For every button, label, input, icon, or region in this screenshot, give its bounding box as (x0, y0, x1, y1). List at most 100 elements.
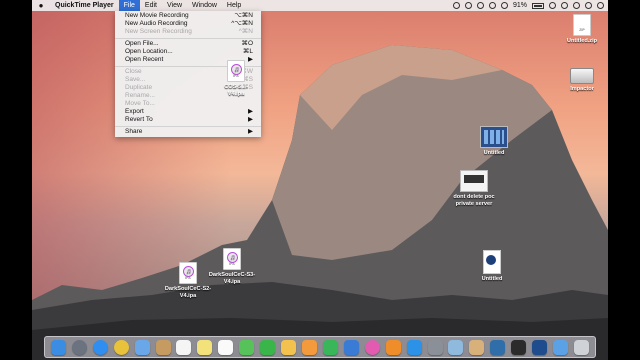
drive-icon (570, 68, 594, 84)
desktop-icon-ipa-3[interactable]: ♫ IPA DarkSoulCeC-S3-V4.ipa (208, 248, 256, 286)
menu-item-shortcut: ⌘O (241, 40, 253, 47)
menu-item-move-to: Move To... (115, 100, 261, 108)
clock-icon[interactable] (549, 2, 556, 9)
trash-icon[interactable] (574, 339, 589, 355)
image-thumbnail-icon (460, 170, 488, 192)
script-icon[interactable] (469, 339, 485, 355)
quicktime-icon[interactable] (532, 339, 548, 355)
image-thumbnail-icon (480, 126, 508, 148)
desktop-icon-label: Impactor (570, 86, 594, 92)
menu-item-new-screen-recording: New Screen Recording ^⌘N (115, 28, 261, 36)
menu-window[interactable]: Window (187, 0, 222, 11)
appstore-icon[interactable] (406, 339, 422, 355)
desktop-icon-ipa-1[interactable]: ♫ IPA COS-5...-V4.ipa (218, 60, 254, 98)
user-icon[interactable] (561, 2, 568, 9)
siri-icon[interactable] (585, 2, 592, 9)
status-area: 91% (452, 2, 608, 9)
menu-item-label: Open Location... (125, 48, 173, 55)
preview-icon[interactable] (448, 339, 464, 355)
notification-center-icon[interactable] (597, 2, 604, 9)
photos-icon[interactable] (281, 339, 297, 355)
keynote-icon[interactable] (343, 339, 359, 355)
menu-item-label: Revert To (125, 116, 153, 123)
desktop-icon-untitled-screenshot[interactable]: Untitled (472, 126, 516, 157)
menu-help[interactable]: Help (222, 0, 246, 11)
battery-icon[interactable] (532, 2, 544, 9)
menu-item-label: Save... (125, 76, 146, 83)
downloads-icon[interactable] (553, 339, 569, 355)
menu-item-shortcut: ▶ (248, 128, 253, 135)
dock (44, 336, 596, 358)
system-preferences-icon[interactable] (427, 339, 443, 355)
menu-item-share[interactable]: Share ▶ (115, 128, 261, 136)
chrome-icon[interactable] (113, 339, 129, 355)
mail-icon[interactable] (134, 339, 150, 355)
movie-file-icon (483, 250, 501, 274)
notes-icon[interactable] (197, 339, 213, 355)
desktop-icon-label: Untitled (481, 276, 503, 282)
itunes-icon[interactable] (364, 339, 380, 355)
menu-item-label: Open Recent (125, 56, 164, 63)
menu-item-label: New Screen Recording (125, 28, 192, 35)
desktop-icon-label: Untitled.zip (566, 38, 598, 44)
ipa-file-icon: ♫ IPA (223, 248, 241, 270)
desktop-icon-label: DarkSoulCeC-S3-V4.ipa (208, 272, 256, 285)
menu-item-shortcut: ▶ (248, 108, 253, 115)
menu-item-label: New Movie Recording (125, 12, 189, 19)
desktop-icon-label: DarkSoulCeC-S2-V4.ipa (164, 286, 212, 299)
time-machine-icon[interactable] (464, 2, 472, 9)
ibooks-icon[interactable] (385, 339, 401, 355)
app-menu[interactable]: QuickTime Player (50, 0, 119, 11)
menu-item-shortcut: ^⌘N (238, 28, 253, 35)
menu-item-label: Rename... (125, 92, 155, 99)
record-icon[interactable] (452, 2, 460, 9)
menu-item-open-file[interactable]: Open File... ⌘O (115, 40, 261, 48)
safari-icon[interactable] (92, 339, 108, 355)
menu-view[interactable]: View (162, 0, 187, 11)
contacts-icon[interactable] (155, 339, 171, 355)
menu-item-revert-to[interactable]: Revert To ▶ (115, 116, 261, 124)
desktop-icon-untitled-mov[interactable]: Untitled (474, 250, 510, 283)
menu-bar: ● QuickTime Player File Edit View Window… (32, 0, 608, 11)
finder-icon[interactable] (50, 339, 66, 355)
reminders-icon[interactable] (218, 339, 234, 355)
calendar-icon[interactable] (176, 339, 192, 355)
terminal-icon[interactable] (511, 339, 527, 355)
wifi-icon[interactable] (488, 2, 496, 9)
ipa-file-icon: ♫ IPA (179, 262, 197, 284)
menu-file[interactable]: File (118, 0, 140, 11)
menu-item-label: Duplicate (125, 84, 153, 91)
desktop-icon-label: COS-5...-V4.ipa (224, 84, 248, 97)
numbers-icon[interactable] (322, 339, 338, 355)
menu-item-label: Open File... (125, 40, 159, 47)
menu-item-open-location[interactable]: Open Location... ⌘L (115, 48, 261, 56)
desktop-icon-ipa-2[interactable]: ♫ IPA DarkSoulCeC-S2-V4.ipa (164, 262, 212, 300)
bluetooth-icon[interactable] (476, 2, 484, 9)
menu-item-shortcut: ⌥⌘N (234, 12, 253, 19)
menu-item-export[interactable]: Export ▶ (115, 108, 261, 116)
menu-item-new-audio-recording[interactable]: New Audio Recording ^⌥⌘N (115, 20, 261, 28)
launchpad-icon[interactable] (71, 339, 87, 355)
facetime-icon[interactable] (260, 339, 276, 355)
menu-edit[interactable]: Edit (140, 0, 162, 11)
menu-item-label: New Audio Recording (125, 20, 188, 27)
zip-file-icon: ZIP (573, 14, 591, 36)
spotlight-search-icon[interactable] (573, 2, 580, 9)
desktop-screen: ● QuickTime Player File Edit View Window… (32, 0, 608, 360)
messages-icon[interactable] (239, 339, 255, 355)
apple-menu-icon[interactable]: ● (32, 1, 50, 10)
menu-item-label: Move To... (125, 100, 155, 107)
menu-separator (115, 37, 261, 39)
menu-item-new-movie-recording[interactable]: New Movie Recording ⌥⌘N (115, 12, 261, 20)
menu-item-shortcut: ⌘L (242, 48, 253, 55)
volume-icon[interactable] (500, 2, 508, 9)
menu-item-label: Export (125, 108, 144, 115)
pages-icon[interactable] (302, 339, 318, 355)
desktop-icon-impactor[interactable]: Impactor (560, 68, 604, 93)
xcode-icon[interactable] (490, 339, 506, 355)
desktop-icon-untitled-zip[interactable]: ZIP Untitled.zip (560, 14, 604, 45)
ipa-file-icon: ♫ IPA (227, 60, 245, 82)
desktop-icon-label: dont delete poc private server (453, 194, 495, 207)
desktop-icon-private-server[interactable]: dont delete poc private server (444, 170, 504, 208)
menu-item-shortcut: ▶ (248, 116, 253, 123)
